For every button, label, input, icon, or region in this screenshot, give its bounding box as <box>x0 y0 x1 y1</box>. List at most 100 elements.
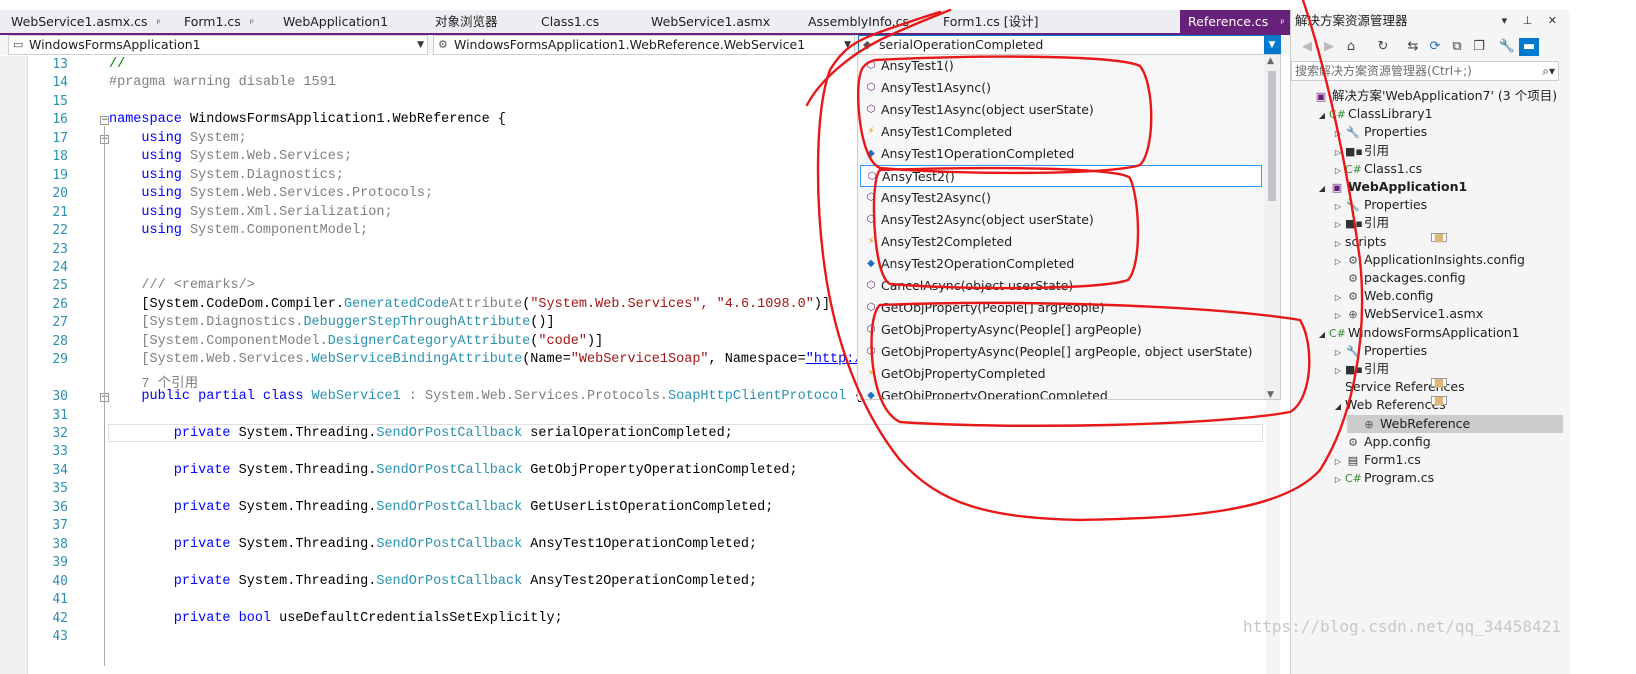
expand-icon[interactable]: ◢ <box>1315 107 1329 125</box>
solution-search-input[interactable]: 搜索解决方案资源管理器(Ctrl+;) ⌕▾ <box>1291 61 1559 81</box>
expand-icon[interactable]: ▷ <box>1331 471 1345 489</box>
project-icon: ▭ <box>13 38 24 51</box>
code-token: "code" <box>538 334 588 349</box>
collapse-all-icon[interactable]: ⧉ <box>1447 38 1467 56</box>
dropdown-item[interactable]: ⬡ GetObjPropertyAsync(People[] argPeople,… <box>860 341 1262 363</box>
code-token: private <box>109 537 231 552</box>
tree-item[interactable]: ▷ 🔧 Properties <box>1331 342 1563 360</box>
dropdown-item-label: AnsyTest2() <box>882 169 955 184</box>
code-token: System.ComponentModel; <box>181 223 369 238</box>
tree-item[interactable]: ▷ ▤ Form1.cs <box>1331 451 1563 469</box>
code-token: /// <remarks/> <box>109 278 255 293</box>
dropdown-item[interactable]: ⬡ GetObjProperty(People[] argPeople) <box>860 297 1262 319</box>
code-token: WebServiceBindingAttribute <box>311 352 523 367</box>
member-dropdown-list[interactable]: ⬡ AnsyTest1() ⬡ AnsyTest1Async() ⬡ AnsyTest1A… <box>857 54 1281 400</box>
tree-item[interactable]: ■ Service References <box>1331 377 1563 396</box>
preview-icon[interactable]: ▬ <box>1519 38 1539 56</box>
expand-icon[interactable]: ◢ <box>1315 180 1329 198</box>
dropdown-item[interactable]: ◆ AnsyTest1OperationCompleted <box>860 143 1262 165</box>
tab-1[interactable]: Form1.cs ᵖ <box>173 10 254 33</box>
tab-5[interactable]: WebService1.asmx <box>640 10 770 33</box>
tab-label: WebService1.asmx.cs <box>11 14 148 29</box>
method-icon: ⬡ <box>866 214 876 225</box>
tab-4[interactable]: Class1.cs <box>530 10 599 33</box>
properties-icon[interactable]: 🔧 <box>1497 38 1517 56</box>
project-combo[interactable]: ▭ WindowsFormsApplication1 ▼ <box>8 35 428 55</box>
tab-3[interactable]: 对象浏览器 <box>424 10 498 33</box>
scroll-down-icon[interactable]: ▼ <box>1267 390 1274 399</box>
fold-namespace-toggle[interactable]: − <box>100 116 109 125</box>
refresh-icon[interactable]: ⟳ <box>1425 38 1445 56</box>
tree-item[interactable]: ▷ ■▪引用 <box>1331 214 1563 232</box>
dropdown-item-label: GetObjPropertyCompleted <box>881 366 1046 381</box>
tree-item[interactable]: ▷ ⊕ WebService1.asmx <box>1331 305 1563 323</box>
pin-icon[interactable]: ᵖ <box>250 18 254 29</box>
tab-8[interactable]: Reference.csᵖ✕ <box>1180 10 1308 33</box>
tree-item[interactable]: ◢ C# WindowsFormsApplication1 <box>1315 324 1563 342</box>
tree-item[interactable]: ▷ 🔧 Properties <box>1331 123 1563 141</box>
tree-item[interactable]: ▷ ⚙ ApplicationInsights.config <box>1331 251 1563 269</box>
dropdown-item[interactable]: ⬡ AnsyTest2() <box>860 165 1262 187</box>
tree-item-label: 引用 <box>1364 215 1390 231</box>
tree-item[interactable]: ⚙ packages.config <box>1331 269 1563 287</box>
dropdown-item[interactable]: ◆ AnsyTest2OperationCompleted <box>860 253 1262 275</box>
tree-item[interactable]: ⊕ WebReference <box>1347 414 1563 433</box>
dropdown-item[interactable]: ⚡ AnsyTest1Completed <box>860 121 1262 143</box>
pin-icon[interactable]: ᵖ <box>156 18 160 29</box>
tree-item[interactable]: ◢ C# ClassLibrary1 <box>1315 105 1563 123</box>
expand-icon[interactable]: ◢ <box>1331 398 1345 416</box>
code-token: System.Threading. <box>230 500 377 515</box>
dropdown-item[interactable]: ⬡ AnsyTest1() <box>860 55 1262 77</box>
code-token: GeneratedCode <box>343 297 450 312</box>
dropdown-item[interactable]: ⬡ AnsyTest2Async(object userState) <box>860 209 1262 231</box>
dropdown-item[interactable]: ⬡ AnsyTest1Async() <box>860 77 1262 99</box>
back-icon[interactable]: ◀ <box>1297 38 1317 56</box>
line-number: 26 <box>52 297 68 312</box>
tree-item[interactable]: ▷ C# Program.cs <box>1331 469 1563 487</box>
tab-label: Form1.cs [设计] <box>943 14 1039 29</box>
tab-2[interactable]: WebApplication1 <box>272 10 388 33</box>
forward-icon[interactable]: ▶ <box>1319 38 1339 56</box>
member-combo-label: serialOperationCompleted <box>879 37 1044 52</box>
tree-item-label: App.config <box>1364 433 1431 449</box>
code-line: using System.Web.Services.Protocols; <box>109 186 433 201</box>
tree-item-label: WebApplication1 <box>1348 179 1468 194</box>
dropdown-item[interactable]: ⬡ AnsyTest2Async() <box>860 187 1262 209</box>
dropdown-item[interactable]: ⬡ CancelAsync(object userState) <box>860 275 1262 297</box>
dropdown-item[interactable]: ⬡ GetObjPropertyAsync(People[] argPeople) <box>860 319 1262 341</box>
pin-icon[interactable]: ᵖ <box>1280 18 1284 29</box>
sync-icon[interactable]: ⇆ <box>1403 38 1423 56</box>
scroll-up-icon[interactable]: ▲ <box>1267 56 1274 66</box>
tab-6[interactable]: AssemblyInfo.cs <box>797 10 909 33</box>
tree-item[interactable]: ▣ 解决方案'WebApplication7' (3 个项目) <box>1299 87 1563 105</box>
tab-0[interactable]: WebService1.asmx.cs ᵖ <box>0 10 161 33</box>
tree-item[interactable]: ▷ ■▪引用 <box>1331 360 1563 378</box>
panel-controls[interactable]: ▾ ⊥ ✕ <box>1502 10 1563 32</box>
code-token: using <box>109 131 182 146</box>
tree-item[interactable]: ▷ ■ scripts <box>1331 232 1563 251</box>
tree-item[interactable]: ⚙ App.config <box>1331 433 1563 451</box>
tree-item[interactable]: ◢ ▣ WebApplication1 <box>1315 178 1563 196</box>
type-combo[interactable]: ⚙ WindowsFormsApplication1.WebReference.… <box>433 35 855 55</box>
search-icon[interactable]: ⌕▾ <box>1542 62 1555 80</box>
home-icon[interactable]: ⌂ <box>1341 38 1361 56</box>
dropdown-item[interactable]: ◆ GetObjPropertyOperationCompleted <box>860 385 1262 399</box>
tree-item[interactable]: ▷ ⚙ Web.config <box>1331 287 1563 305</box>
current-line-highlight <box>108 424 1263 442</box>
tree-item[interactable]: ▷ 🔧 Properties <box>1331 196 1563 214</box>
tree-item[interactable]: ▷ ■▪引用 <box>1331 142 1563 160</box>
dropdown-scrollbar-thumb[interactable] <box>1268 71 1276 201</box>
dropdown-scrollbar[interactable]: ▲ ▼ <box>1264 55 1280 399</box>
tree-item[interactable]: ▷ C# Class1.cs <box>1331 160 1563 178</box>
tab-7[interactable]: Form1.cs [设计] <box>932 10 1039 33</box>
code-line: private System.Threading.SendOrPostCallb… <box>109 537 757 552</box>
history-icon[interactable]: ↻ <box>1373 38 1393 56</box>
dropdown-item[interactable]: ⚡ AnsyTest2Completed <box>860 231 1262 253</box>
expand-icon[interactable]: ◢ <box>1315 326 1329 344</box>
show-all-files-icon[interactable]: ❐ <box>1469 38 1489 56</box>
tree-item[interactable]: ◢ ■ Web References <box>1331 395 1563 416</box>
fold-icon: ■ <box>1431 395 1447 406</box>
dropdown-item[interactable]: ⚡ GetObjPropertyCompleted <box>860 363 1262 385</box>
member-combo[interactable]: ◆ serialOperationCompleted ▼ <box>858 35 1281 55</box>
dropdown-item[interactable]: ⬡ AnsyTest1Async(object userState) <box>860 99 1262 121</box>
